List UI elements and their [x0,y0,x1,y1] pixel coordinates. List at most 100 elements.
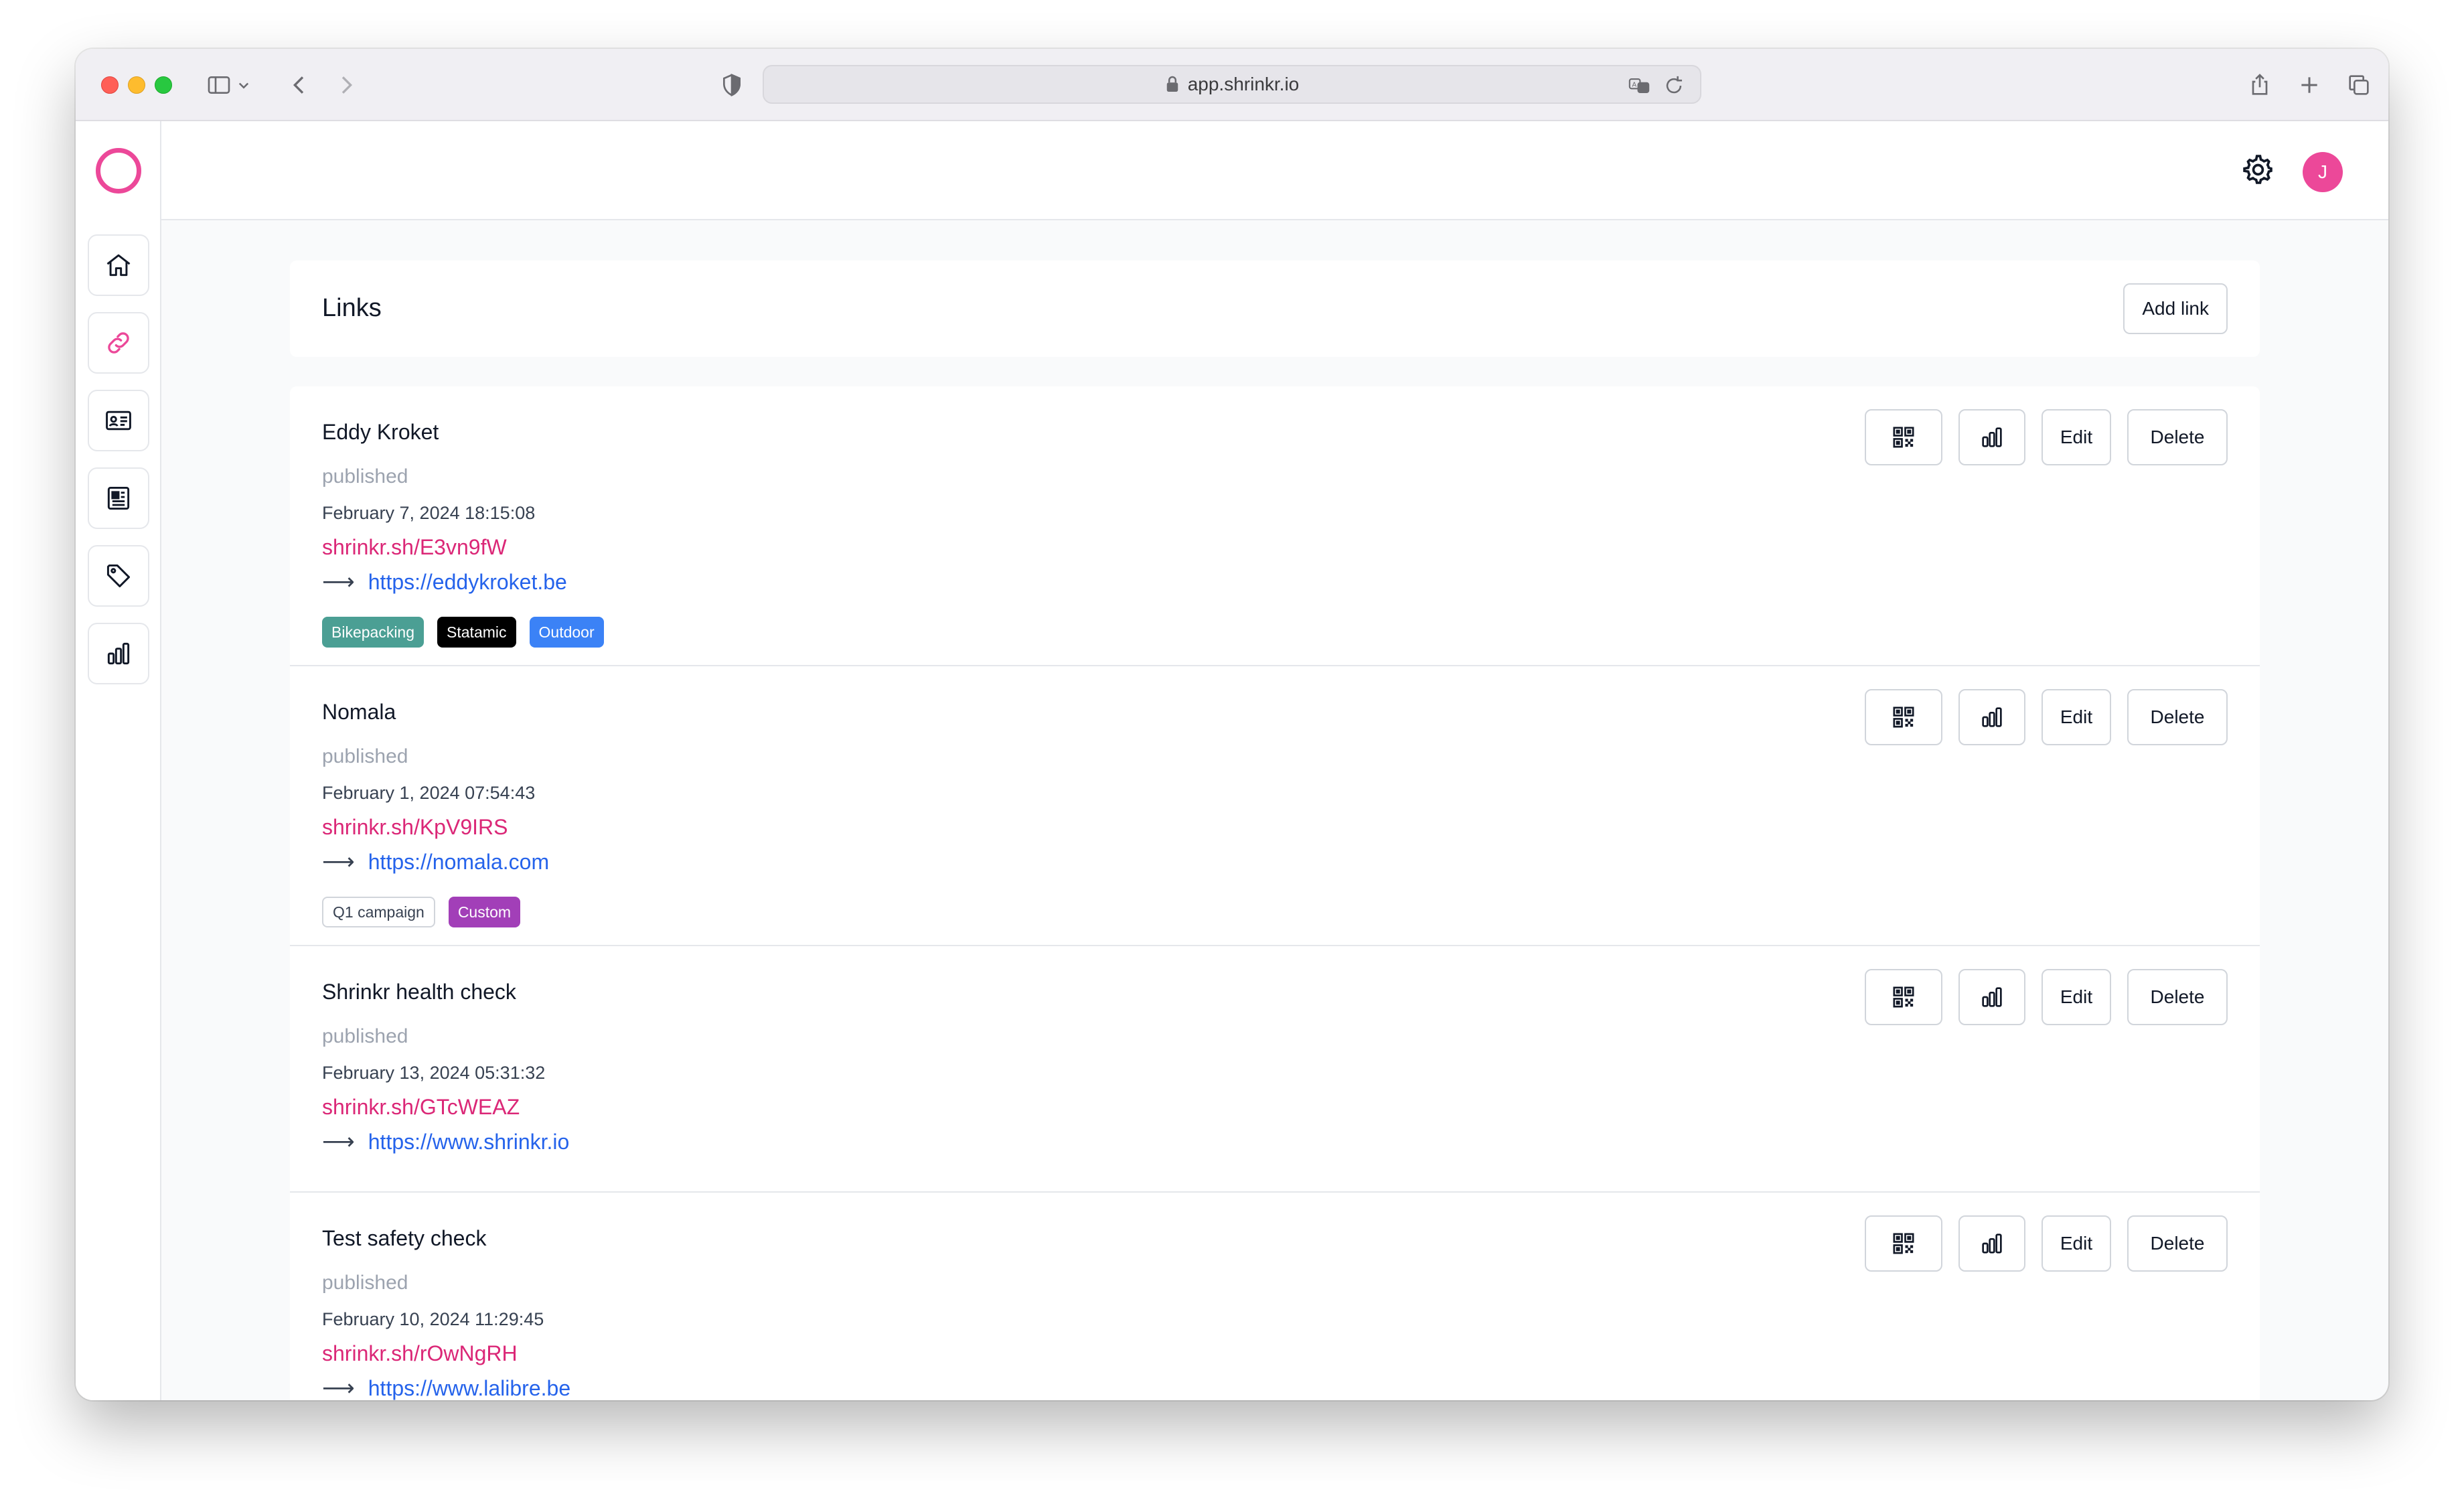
qr-code-icon [1893,427,1914,448]
short-url-link[interactable]: shrinkr.sh/E3vn9fW [322,535,507,560]
sidebar-toggle-icon[interactable] [203,69,235,101]
home-icon [106,254,131,277]
link-actions: Edit Delete [1865,409,2228,465]
statistics-button[interactable] [1958,689,2025,745]
user-avatar[interactable]: J [2303,152,2343,192]
sidebar-item-links[interactable] [88,312,149,374]
maximize-window-button[interactable] [155,76,172,94]
edit-button[interactable]: Edit [2042,1215,2111,1272]
minimize-window-button[interactable] [128,76,145,94]
link-status: published [322,1272,408,1294]
new-tab-icon[interactable] [2293,69,2325,101]
short-url-link[interactable]: shrinkr.sh/KpV9IRS [322,815,508,840]
arrow-right-icon: ⟶ [322,1375,355,1400]
reload-icon[interactable] [1663,74,1685,97]
arrow-right-icon: ⟶ [322,569,355,595]
page-title: Links [322,294,382,322]
destination-row: ⟶ https://eddykroket.be [322,569,567,595]
chevron-down-icon[interactable] [234,69,254,101]
qr-code-button[interactable] [1865,409,1942,465]
bar-chart-icon [1982,987,2002,1007]
qr-code-button[interactable] [1865,689,1942,745]
gear-icon[interactable] [2240,152,2275,187]
app-header: J [161,121,2388,220]
shield-icon[interactable] [716,69,748,101]
destination-url-link[interactable]: https://www.shrinkr.io [368,1130,570,1154]
sidebar-item-contacts[interactable] [88,390,149,451]
link-title: Test safety check [322,1226,487,1250]
link-item: Eddy Kroket published February 7, 2024 1… [290,386,2260,666]
tag-list: Q1 campaign Custom [322,897,521,927]
back-icon[interactable] [283,69,315,101]
link-actions: Edit Delete [1865,969,2228,1025]
qr-code-icon [1893,706,1914,728]
tag-list: Bikepacking Statamic Outdoor [322,617,604,648]
forward-icon[interactable] [330,69,362,101]
destination-row: ⟶ https://www.shrinkr.io [322,1128,569,1155]
translate-icon[interactable]: A [1628,74,1650,97]
arrow-right-icon: ⟶ [322,849,355,875]
tab-overview-icon[interactable] [2343,69,2375,101]
shrinkr-logo-icon[interactable] [96,148,141,194]
add-link-button[interactable]: Add link [2123,283,2228,334]
close-window-button[interactable] [101,76,119,94]
newspaper-icon [107,486,130,510]
link-date: February 7, 2024 18:15:08 [322,503,536,523]
svg-text:A: A [1632,81,1636,88]
link-icon [108,332,129,354]
link-item: Test safety check published February 10,… [290,1193,2260,1400]
statistics-button[interactable] [1958,1215,2025,1272]
url-text: app.shrinkr.io [1187,74,1300,94]
delete-button[interactable]: Delete [2127,409,2228,465]
sidebar-item-pages[interactable] [88,467,149,529]
edit-button[interactable]: Edit [2042,409,2111,465]
sidebar-item-home[interactable] [88,234,149,296]
link-date: February 1, 2024 07:54:43 [322,783,536,803]
destination-url-link[interactable]: https://eddykroket.be [368,570,567,595]
tag-badge[interactable]: Custom [448,897,521,927]
qr-code-button[interactable] [1865,969,1942,1025]
bar-chart-icon [107,642,130,665]
link-status: published [322,465,408,487]
delete-button[interactable]: Delete [2127,689,2228,745]
short-url-link[interactable]: shrinkr.sh/GTcWEAZ [322,1095,520,1120]
destination-row: ⟶ https://nomala.com [322,848,549,875]
browser-window: app.shrinkr.io A J Links Add link Eddy K… [76,49,2388,1400]
arrow-right-icon: ⟶ [322,1129,355,1154]
sidebar-item-tags[interactable] [88,545,149,607]
link-item: Nomala published February 1, 2024 07:54:… [290,666,2260,946]
bar-chart-icon [1982,427,2002,447]
destination-url-link[interactable]: https://www.lalibre.be [368,1376,570,1401]
qr-code-icon [1893,1233,1914,1254]
bar-chart-icon [1982,1233,2002,1254]
statistics-button[interactable] [1958,969,2025,1025]
tag-icon [106,564,131,588]
link-date: February 13, 2024 05:31:32 [322,1063,546,1083]
qr-code-button[interactable] [1865,1215,1942,1272]
statistics-button[interactable] [1958,409,2025,465]
link-item: Shrinkr health check published February … [290,946,2260,1193]
edit-button[interactable]: Edit [2042,969,2111,1025]
destination-url-link[interactable]: https://nomala.com [368,850,549,875]
tag-badge[interactable]: Q1 campaign [322,897,435,927]
link-date: February 10, 2024 11:29:45 [322,1309,544,1329]
contact-card-icon [106,410,131,431]
link-title: Eddy Kroket [322,420,439,444]
delete-button[interactable]: Delete [2127,1215,2228,1272]
short-url-link[interactable]: shrinkr.sh/rOwNgRH [322,1341,518,1366]
address-bar[interactable]: app.shrinkr.io A [763,65,1701,104]
links-list: Eddy Kroket published February 7, 2024 1… [290,386,2260,1400]
sidebar-item-analytics[interactable] [88,623,149,684]
delete-button[interactable]: Delete [2127,969,2228,1025]
tag-badge[interactable]: Bikepacking [322,617,425,648]
links-header-card: Links Add link [290,260,2260,357]
link-status: published [322,745,408,767]
link-title: Nomala [322,700,396,724]
tag-badge[interactable]: Statamic [437,617,516,648]
share-icon[interactable] [2244,69,2276,101]
link-status: published [322,1025,408,1047]
destination-row: ⟶ https://www.lalibre.be [322,1375,570,1400]
edit-button[interactable]: Edit [2042,689,2111,745]
bar-chart-icon [1982,707,2002,727]
tag-badge[interactable]: Outdoor [529,617,604,648]
